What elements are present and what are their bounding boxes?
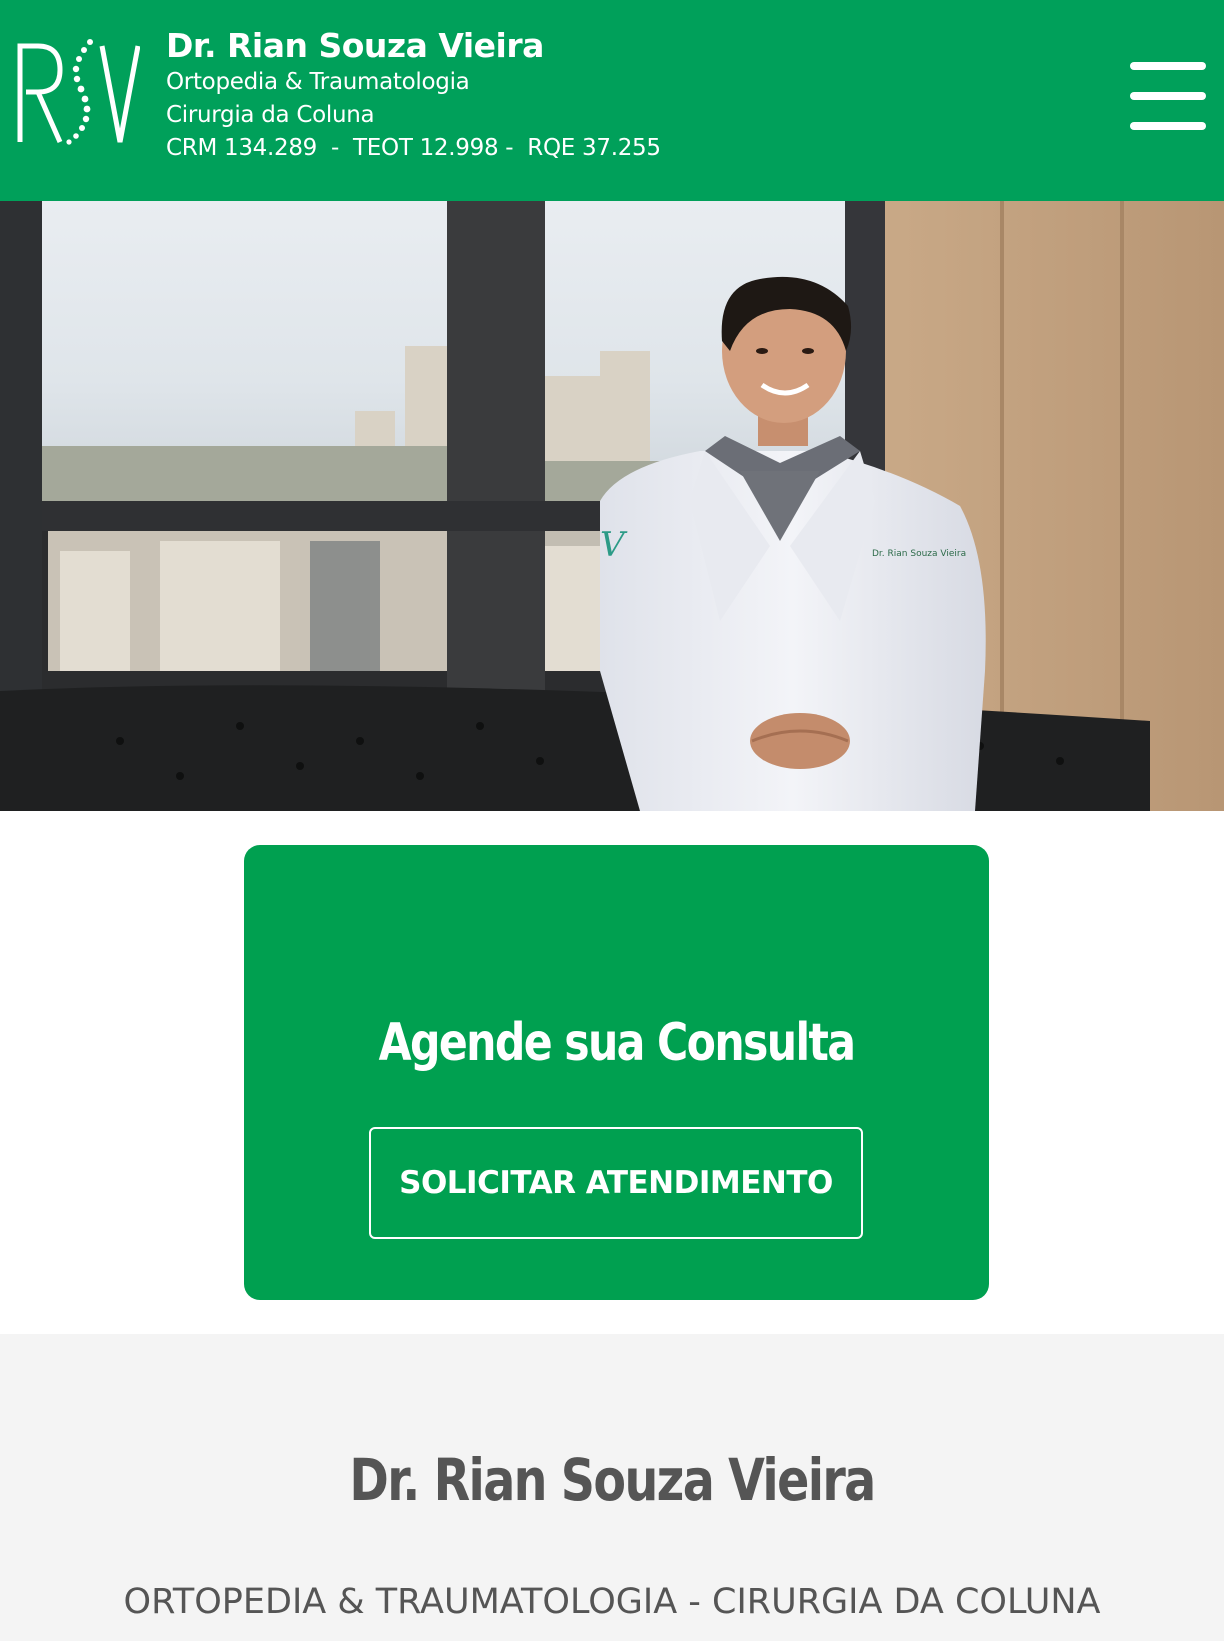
specialty-text: Ortopedia & Traumatologia xyxy=(166,69,470,95)
hero-doctor-photo: Dr. Rian Souza Vieira V xyxy=(0,201,1224,811)
appointment-title: Agende sua Consulta xyxy=(378,1013,856,1073)
menu-bar xyxy=(1130,122,1206,130)
site-header: Dr. Rian Souza Vieira Ortopedia & Trauma… xyxy=(0,0,1224,201)
request-appointment-button[interactable]: SOLICITAR ATENDIMENTO xyxy=(369,1127,863,1239)
registration-text: CRM 134.289 - TEOT 12.998 - RQE 37.255 xyxy=(166,135,661,161)
svg-text:Dr. Rian Souza Vieira: Dr. Rian Souza Vieira xyxy=(872,549,966,559)
about-section: Dr. Rian Souza Vieira ORTOPEDIA & TRAUMA… xyxy=(0,1334,1224,1641)
doctor-portrait-illustration: Dr. Rian Souza Vieira V xyxy=(0,201,1224,811)
hamburger-menu-icon[interactable] xyxy=(1130,62,1206,130)
brand-block: Dr. Rian Souza Vieira Ortopedia & Trauma… xyxy=(166,26,661,165)
subspecialty-text: Cirurgia da Coluna xyxy=(166,102,375,128)
rsv-logo[interactable] xyxy=(16,36,140,148)
menu-bar xyxy=(1130,62,1206,70)
about-title: Dr. Rian Souza Vieira xyxy=(349,1446,876,1514)
doctor-name: Dr. Rian Souza Vieira xyxy=(166,26,544,65)
appointment-section: Agende sua Consulta SOLICITAR ATENDIMENT… xyxy=(0,811,1224,1334)
appointment-card: Agende sua Consulta SOLICITAR ATENDIMENT… xyxy=(244,845,989,1300)
menu-bar xyxy=(1130,92,1206,100)
svg-text:V: V xyxy=(600,525,628,565)
about-subtitle: ORTOPEDIA & TRAUMATOLOGIA - CIRURGIA DA … xyxy=(123,1582,1101,1622)
